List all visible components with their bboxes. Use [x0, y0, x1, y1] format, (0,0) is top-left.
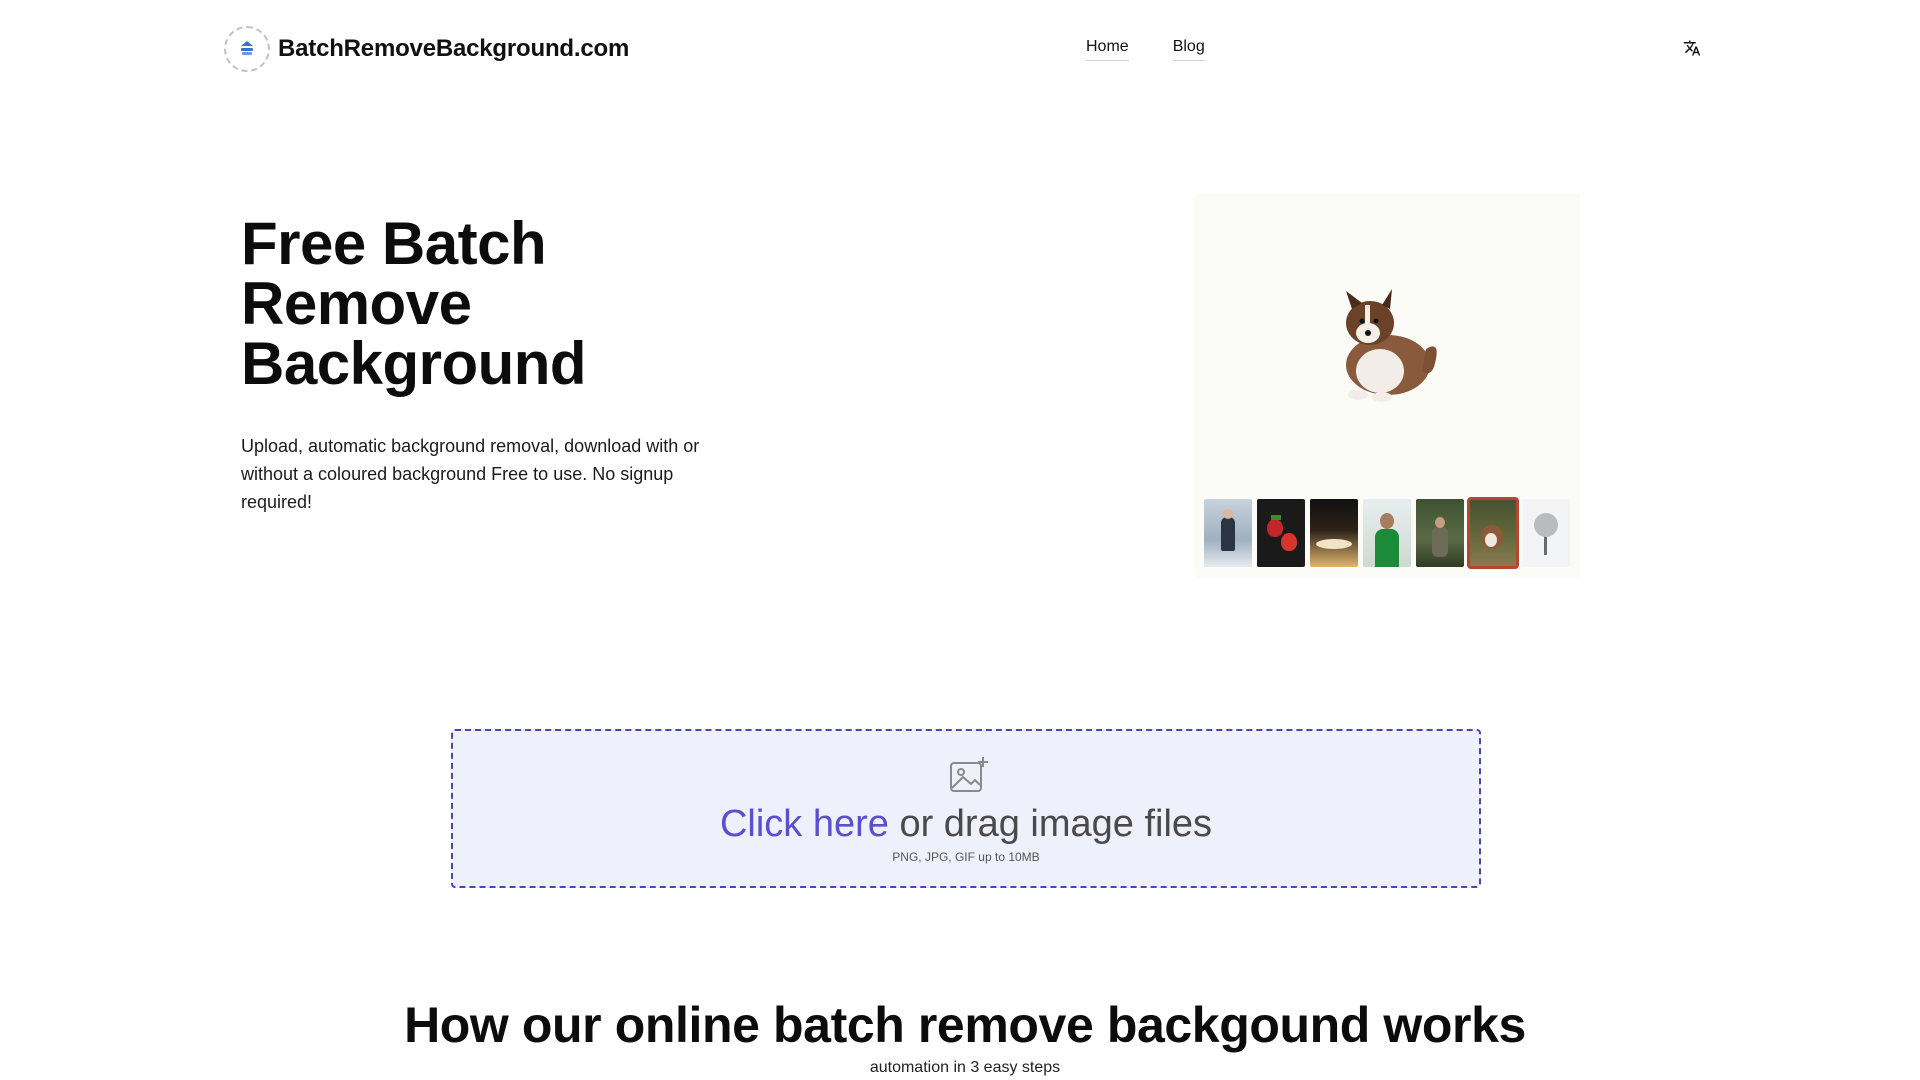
hero-title: Free Batch Remove Background [241, 210, 587, 397]
language-button[interactable] [1680, 36, 1704, 60]
nav-home-link[interactable]: Home [1086, 38, 1129, 61]
dropzone-prompt: Click here or drag image files [453, 801, 1479, 847]
drag-files-text: or drag image files [899, 803, 1213, 845]
preview-main-image [1194, 194, 1580, 494]
how-it-works-subtitle: automation in 3 easy steps [869, 1059, 1061, 1076]
thumbnail-strip [1204, 497, 1570, 569]
thumbnail-person-outdoors[interactable] [1416, 499, 1464, 567]
how-it-works-title: How our online batch remove backgound wo… [404, 997, 1526, 1053]
dog-cutout-image [1346, 289, 1437, 402]
upload-dropzone[interactable]: Click here or drag image files PNG, JPG,… [451, 729, 1481, 888]
main-nav: Home Blog [1086, 38, 1205, 61]
site-header: BatchRemoveBackground.com Home Blog [0, 0, 1920, 100]
translate-icon [1683, 40, 1701, 56]
demo-preview [1194, 194, 1580, 578]
page: BatchRemoveBackground.com Home Blog Free… [0, 0, 1920, 1080]
logo-icon [224, 26, 270, 72]
file-types-note: PNG, JPG, GIF up to 10MB [892, 850, 1040, 864]
thumbnail-dog-on-grass[interactable] [1467, 497, 1519, 569]
thumbnail-person-in-snow[interactable] [1204, 499, 1252, 567]
thumbnail-strawberries[interactable] [1257, 499, 1305, 567]
logo-link[interactable]: BatchRemoveBackground.com [224, 26, 629, 72]
logo-text: BatchRemoveBackground.com [278, 35, 630, 62]
thumbnail-food-on-table[interactable] [1310, 499, 1358, 567]
thumbnail-tree-in-snow[interactable] [1522, 499, 1570, 567]
hero-subtitle: Upload, automatic background removal, do… [241, 436, 700, 512]
click-here-link[interactable]: Click here [720, 803, 889, 845]
thumbnail-person-in-green[interactable] [1363, 499, 1411, 567]
nav-blog-link[interactable]: Blog [1172, 38, 1205, 61]
image-add-icon [949, 755, 989, 800]
